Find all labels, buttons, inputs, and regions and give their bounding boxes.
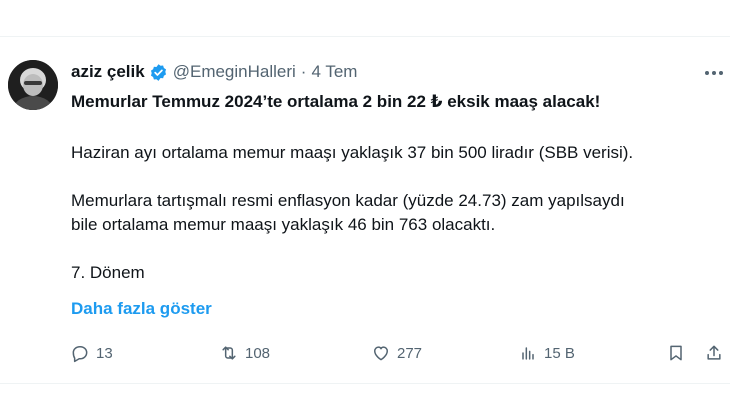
tweet-header: aziz çelik @EmeginHalleri · 4 Tem	[71, 60, 357, 84]
tweet-line: Memurlara tartışmalı resmi enflasyon kad…	[71, 191, 625, 210]
bottom-divider	[0, 383, 730, 384]
like-icon	[374, 346, 388, 361]
retweet-count: 108	[245, 344, 271, 362]
bookmark-icon	[670, 345, 682, 361]
top-divider	[0, 36, 730, 37]
reply-icon	[72, 346, 88, 363]
verified-badge-icon[interactable]	[149, 63, 168, 82]
like-count: 277	[397, 344, 423, 362]
views-button[interactable]: 15 B	[518, 339, 575, 367]
author-handle[interactable]: @EmeginHalleri	[173, 62, 296, 82]
views-icon	[522, 347, 534, 360]
retweet-button[interactable]: 108	[219, 339, 270, 367]
tweet[interactable]: aziz çelik @EmeginHalleri · 4 Tem Memurl…	[0, 0, 730, 420]
retweet-icon	[222, 346, 236, 360]
bookmark-button[interactable]	[666, 339, 686, 367]
show-more-link[interactable]: Daha fazla göster	[71, 297, 212, 321]
tweet-paragraph: 7. Dönem	[71, 263, 145, 282]
like-button[interactable]: 277	[371, 339, 422, 367]
separator-dot: ·	[300, 62, 307, 81]
action-bar: 13 108 277 15 B	[66, 339, 726, 367]
more-icon	[705, 71, 723, 75]
share-icon	[707, 345, 721, 360]
avatar[interactable]	[8, 60, 58, 110]
avatar-image	[8, 60, 58, 110]
tweet-date[interactable]: 4 Tem	[311, 62, 357, 82]
more-options-button[interactable]	[703, 64, 725, 82]
share-button[interactable]	[704, 339, 724, 367]
tweet-headline: Memurlar Temmuz 2024’te ortalama 2 bin 2…	[71, 92, 601, 111]
reply-count: 13	[96, 344, 113, 362]
author-name[interactable]: aziz çelik	[71, 62, 145, 82]
views-count: 15 B	[544, 344, 575, 362]
tweet-paragraph: Haziran ayı ortalama memur maaşı yaklaşı…	[71, 143, 634, 162]
tweet-paragraph: Memurlara tartışmalı resmi enflasyon kad…	[71, 189, 716, 237]
reply-button[interactable]: 13	[70, 339, 113, 367]
tweet-text: Memurlar Temmuz 2024’te ortalama 2 bin 2…	[71, 90, 716, 285]
tweet-line: bile ortalama memur maaşı yaklaşık 46 bi…	[71, 215, 496, 234]
